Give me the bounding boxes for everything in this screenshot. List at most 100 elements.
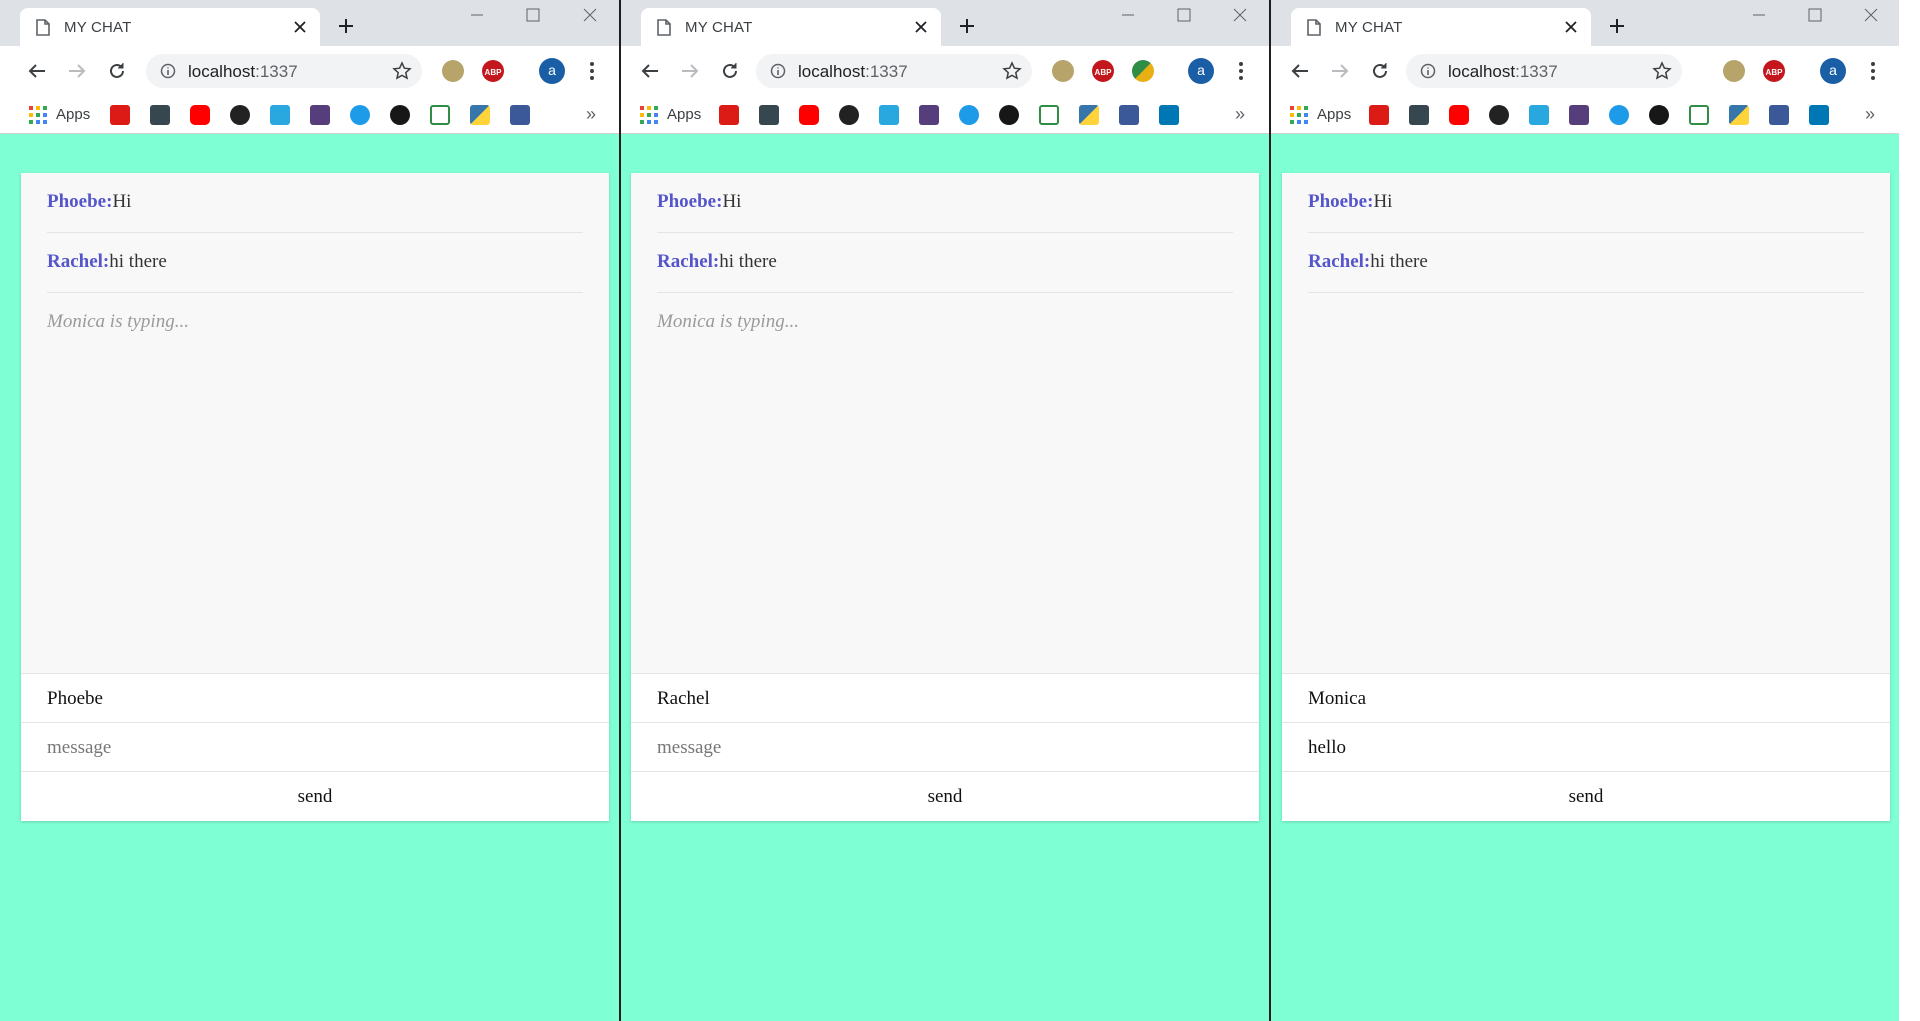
forward-icon[interactable] [1329, 60, 1351, 82]
robot-icon[interactable] [879, 105, 899, 125]
apps-grid-icon[interactable] [1289, 105, 1309, 125]
name-input[interactable] [1308, 674, 1864, 723]
send-button[interactable]: send [21, 771, 609, 821]
forward-icon[interactable] [66, 60, 88, 82]
wave-icon[interactable] [959, 105, 979, 125]
bootstrap-icon[interactable] [919, 105, 939, 125]
geeksforgeeks-icon[interactable] [1039, 105, 1059, 125]
github-icon[interactable] [1649, 105, 1669, 125]
wave-icon[interactable] [350, 105, 370, 125]
send-button[interactable]: send [1282, 771, 1890, 821]
wave-icon[interactable] [1609, 105, 1629, 125]
github-icon[interactable] [390, 105, 410, 125]
menu-kebab-icon[interactable] [587, 60, 597, 82]
eight-ball-icon[interactable] [839, 105, 859, 125]
github-icon[interactable] [999, 105, 1019, 125]
profile-avatar[interactable]: a [1820, 58, 1846, 84]
angular-icon[interactable] [110, 105, 130, 125]
profile-avatar[interactable]: a [1188, 58, 1214, 84]
reload-icon[interactable] [1369, 60, 1391, 82]
bootstrap-icon[interactable] [1569, 105, 1589, 125]
tab-my-chat[interactable]: MY CHAT [20, 8, 320, 46]
close-tab-icon[interactable] [911, 17, 931, 37]
back-icon[interactable] [1289, 60, 1311, 82]
torii-icon[interactable] [150, 105, 170, 125]
message-input[interactable] [47, 723, 583, 772]
bookmark-star-icon[interactable] [1652, 61, 1672, 86]
address-bar[interactable]: localhost:1337 [146, 54, 422, 88]
close-window-icon[interactable] [575, 4, 605, 26]
reload-icon[interactable] [719, 60, 741, 82]
send-button[interactable]: send [631, 771, 1259, 821]
shield-extension-icon[interactable] [1723, 60, 1745, 82]
bootstrap-icon[interactable] [310, 105, 330, 125]
back-icon[interactable] [26, 60, 48, 82]
adblock-extension-icon[interactable]: ABP [1763, 60, 1785, 82]
linkedin-icon[interactable] [1809, 105, 1829, 125]
address-bar[interactable]: localhost:1337 [756, 54, 1032, 88]
bookmarks-overflow[interactable]: » [586, 104, 596, 125]
bookmarks-overflow[interactable]: » [1235, 104, 1245, 125]
forward-icon[interactable] [679, 60, 701, 82]
tab-my-chat[interactable]: MY CHAT [1291, 8, 1591, 46]
new-tab-icon[interactable] [1607, 16, 1627, 36]
message-input[interactable] [657, 723, 1233, 772]
robot-icon[interactable] [270, 105, 290, 125]
tab-my-chat[interactable]: MY CHAT [641, 8, 941, 46]
geeksforgeeks-icon[interactable] [430, 105, 450, 125]
adblock-extension-icon[interactable]: ABP [482, 60, 504, 82]
globe-extension-icon[interactable] [1132, 60, 1154, 82]
apps-label[interactable]: Apps [1317, 106, 1351, 123]
robot-icon[interactable] [1529, 105, 1549, 125]
maximize-icon[interactable] [1800, 4, 1830, 26]
torii-icon[interactable] [759, 105, 779, 125]
minimize-icon[interactable] [1744, 4, 1774, 26]
site-info-icon[interactable] [160, 63, 176, 84]
torii-icon[interactable] [1409, 105, 1429, 125]
name-input[interactable] [47, 674, 583, 723]
youtube-icon[interactable] [1449, 105, 1469, 125]
python-icon[interactable] [1729, 105, 1749, 125]
close-window-icon[interactable] [1856, 4, 1886, 26]
eight-ball-icon[interactable] [1489, 105, 1509, 125]
new-tab-icon[interactable] [336, 16, 356, 36]
menu-kebab-icon[interactable] [1236, 60, 1246, 82]
angular-icon[interactable] [1369, 105, 1389, 125]
facebook-icon[interactable] [1769, 105, 1789, 125]
bookmark-star-icon[interactable] [392, 61, 412, 86]
adblock-extension-icon[interactable]: ABP [1092, 60, 1114, 82]
profile-avatar[interactable]: a [539, 58, 565, 84]
shield-extension-icon[interactable] [442, 60, 464, 82]
youtube-icon[interactable] [190, 105, 210, 125]
apps-label[interactable]: Apps [56, 106, 90, 123]
minimize-icon[interactable] [1113, 4, 1143, 26]
geeksforgeeks-icon[interactable] [1689, 105, 1709, 125]
back-icon[interactable] [639, 60, 661, 82]
linkedin-icon[interactable] [1159, 105, 1179, 125]
apps-grid-icon[interactable] [28, 105, 48, 125]
shield-extension-icon[interactable] [1052, 60, 1074, 82]
bookmarks-overflow[interactable]: » [1865, 104, 1875, 125]
close-window-icon[interactable] [1225, 4, 1255, 26]
reload-icon[interactable] [106, 60, 128, 82]
site-info-icon[interactable] [1420, 63, 1436, 84]
menu-kebab-icon[interactable] [1868, 60, 1878, 82]
name-input[interactable] [657, 674, 1233, 723]
facebook-icon[interactable] [510, 105, 530, 125]
close-tab-icon[interactable] [1561, 17, 1581, 37]
eight-ball-icon[interactable] [230, 105, 250, 125]
youtube-icon[interactable] [799, 105, 819, 125]
new-tab-icon[interactable] [957, 16, 977, 36]
site-info-icon[interactable] [770, 63, 786, 84]
python-icon[interactable] [1079, 105, 1099, 125]
apps-label[interactable]: Apps [667, 106, 701, 123]
angular-icon[interactable] [719, 105, 739, 125]
address-bar[interactable]: localhost:1337 [1406, 54, 1682, 88]
minimize-icon[interactable] [462, 4, 492, 26]
python-icon[interactable] [470, 105, 490, 125]
close-tab-icon[interactable] [290, 17, 310, 37]
message-input[interactable] [1308, 723, 1864, 772]
maximize-icon[interactable] [1169, 4, 1199, 26]
maximize-icon[interactable] [518, 4, 548, 26]
bookmark-star-icon[interactable] [1002, 61, 1022, 86]
